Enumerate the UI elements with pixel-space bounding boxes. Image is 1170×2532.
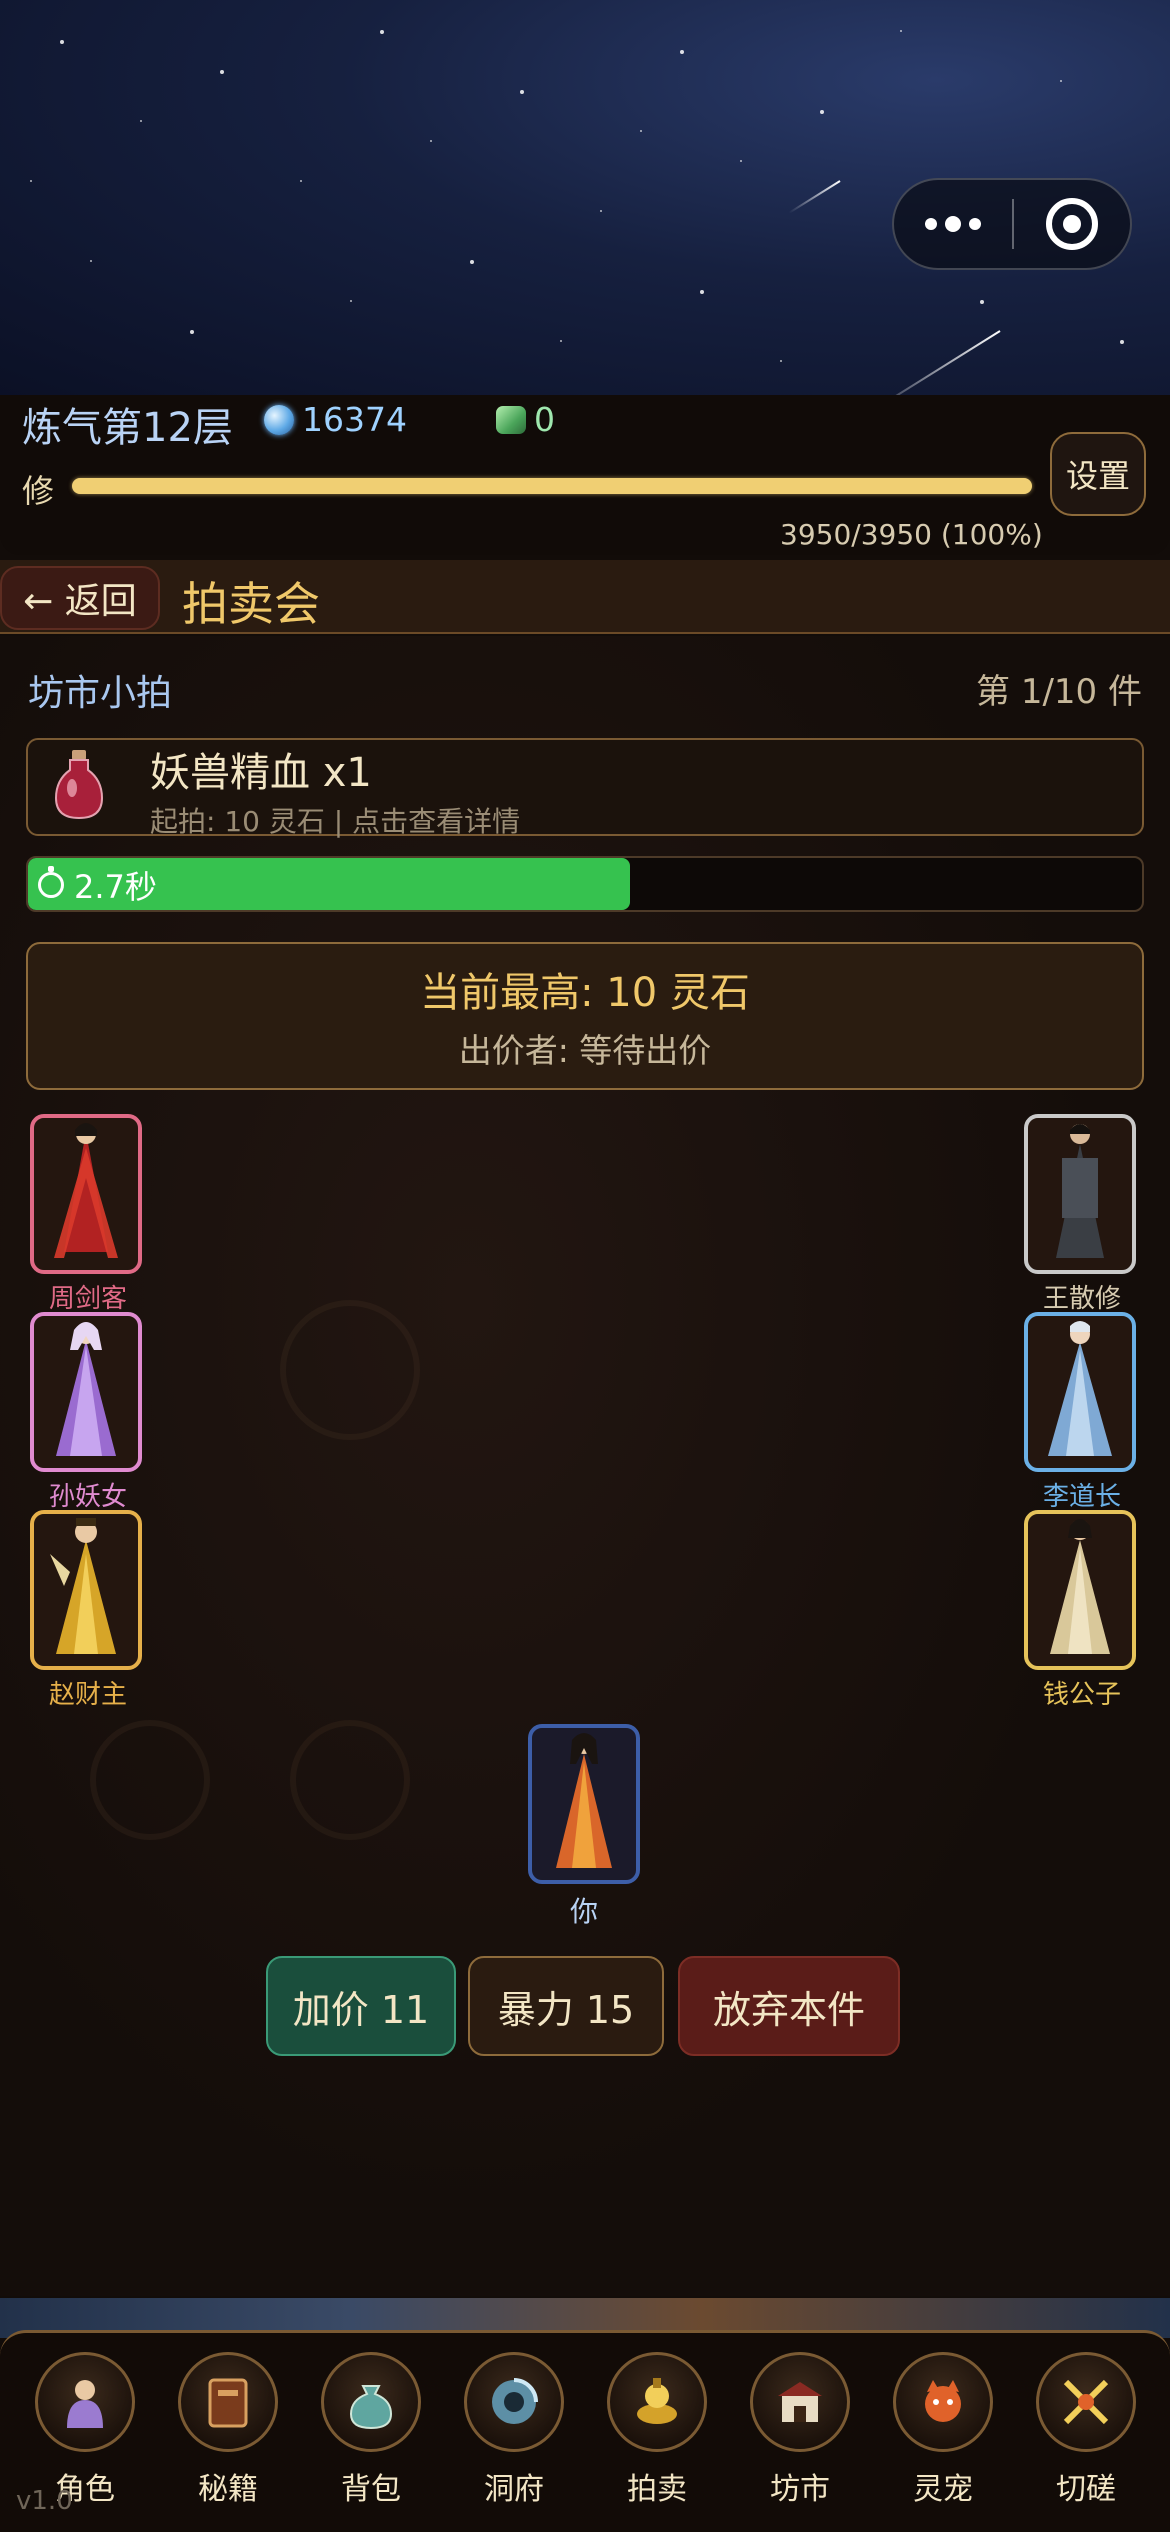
spirit-stone-counter: 16374 — [264, 400, 407, 439]
taoist-portrait — [1048, 1321, 1112, 1456]
nav-item-market[interactable]: 坊市 — [745, 2352, 855, 2507]
bidder-name: 孙妖女 — [48, 1482, 127, 1512]
bidder-card-qian[interactable] — [1024, 1510, 1136, 1670]
back-button[interactable]: ← 返回 — [0, 566, 160, 630]
background-decoration — [280, 1300, 420, 1440]
raise-bid-button[interactable]: 加价 11 — [266, 1956, 456, 2056]
cultivation-progress-text: 3950/3950 (100%) — [780, 518, 1043, 551]
nav-item-bag[interactable]: 背包 — [316, 2352, 426, 2507]
nav-label: 灵宠 — [913, 2472, 973, 2507]
bidder-name: 钱公子 — [1042, 1680, 1121, 1710]
more-menu-button[interactable] — [894, 180, 1012, 268]
item-subtitle: 起拍: 10 灵石 | 点击查看详情 — [150, 805, 521, 838]
bidder-name: 赵财主 — [48, 1680, 127, 1710]
player-card — [528, 1724, 640, 1884]
lot-counter: 第 1/10 件 — [976, 672, 1142, 712]
jade-counter: 0 — [496, 400, 555, 439]
bidder-card-sun[interactable] — [30, 1312, 142, 1472]
bidder-name: 王散修 — [1042, 1284, 1121, 1314]
nav-label: 坊市 — [770, 2472, 830, 2507]
character-icon — [35, 2352, 135, 2452]
cultivation-progress-bar — [72, 478, 1032, 494]
bidder-card-zhou[interactable] — [30, 1114, 142, 1274]
pet-icon — [893, 2352, 993, 2452]
highest-bid: 当前最高: 10 灵石 — [420, 970, 750, 1016]
close-mini-program-button[interactable] — [1014, 198, 1130, 250]
sorceress-portrait — [56, 1322, 116, 1456]
swordsman-portrait — [54, 1123, 118, 1258]
bidder-card-wang[interactable] — [1024, 1114, 1136, 1274]
mini-program-capsule — [892, 178, 1132, 270]
nav-label: 背包 — [341, 2472, 401, 2507]
merchant-portrait — [50, 1518, 116, 1654]
settings-button[interactable]: 设置 — [1050, 432, 1146, 516]
cultivation-realm: 炼气第12层 — [22, 405, 233, 451]
market-icon — [750, 2352, 850, 2452]
nav-label: 秘籍 — [198, 2472, 258, 2507]
jade-value: 0 — [534, 400, 555, 439]
force-bid-button[interactable]: 暴力 15 — [468, 1956, 664, 2056]
spirit-stone-value: 16374 — [302, 400, 407, 439]
target-circle-icon — [1046, 198, 1098, 250]
cultivation-label: 修 — [22, 472, 55, 510]
blood-potion-icon — [54, 750, 104, 820]
bidder-name: 周剑客 — [48, 1284, 127, 1314]
nav-item-secrets[interactable]: 秘籍 — [173, 2352, 283, 2507]
nav-label: 洞府 — [484, 2472, 544, 2507]
give-up-button[interactable]: 放弃本件 — [678, 1956, 900, 2056]
bidder-card-li[interactable] — [1024, 1312, 1136, 1472]
background-decoration — [290, 1720, 410, 1840]
nav-label: 切磋 — [1056, 2472, 1116, 2507]
cave-icon — [464, 2352, 564, 2452]
market-name: 坊市小拍 — [28, 673, 173, 714]
book-icon — [178, 2352, 278, 2452]
bidder-card-zhao[interactable] — [30, 1510, 142, 1670]
nav-item-cave[interactable]: 洞府 — [459, 2352, 569, 2507]
auction-icon — [607, 2352, 707, 2452]
version-label: v1.0 — [16, 2486, 73, 2516]
stopwatch-icon — [38, 866, 64, 898]
highest-bidder: 出价者: 等待出价 — [458, 1031, 712, 1070]
bidder-name: 李道长 — [1042, 1482, 1121, 1512]
countdown-bar — [26, 856, 1144, 912]
page-title: 拍卖会 — [182, 577, 320, 631]
title-bar — [0, 560, 1170, 634]
nav-item-pet[interactable]: 灵宠 — [888, 2352, 998, 2507]
nav-label: 拍卖 — [627, 2472, 687, 2507]
countdown-label: 2.7秒 — [38, 862, 157, 908]
young-master-portrait — [1050, 1519, 1110, 1654]
bag-icon — [321, 2352, 421, 2452]
item-name: 妖兽精血 x1 — [150, 750, 372, 796]
jade-icon — [496, 405, 526, 434]
more-dots-icon — [925, 216, 981, 232]
background-decoration — [90, 1720, 210, 1840]
spirit-stone-icon — [264, 404, 294, 435]
duel-icon — [1036, 2352, 1136, 2452]
nav-item-duel[interactable]: 切磋 — [1031, 2352, 1141, 2507]
countdown-value: 2.7秒 — [74, 868, 157, 906]
player-portrait — [556, 1733, 612, 1868]
wanderer-portrait — [1056, 1124, 1104, 1258]
nav-item-character[interactable]: 角色 — [30, 2352, 140, 2507]
nav-item-auction[interactable]: 拍卖 — [602, 2352, 712, 2507]
player-name: 你 — [569, 1895, 598, 1928]
